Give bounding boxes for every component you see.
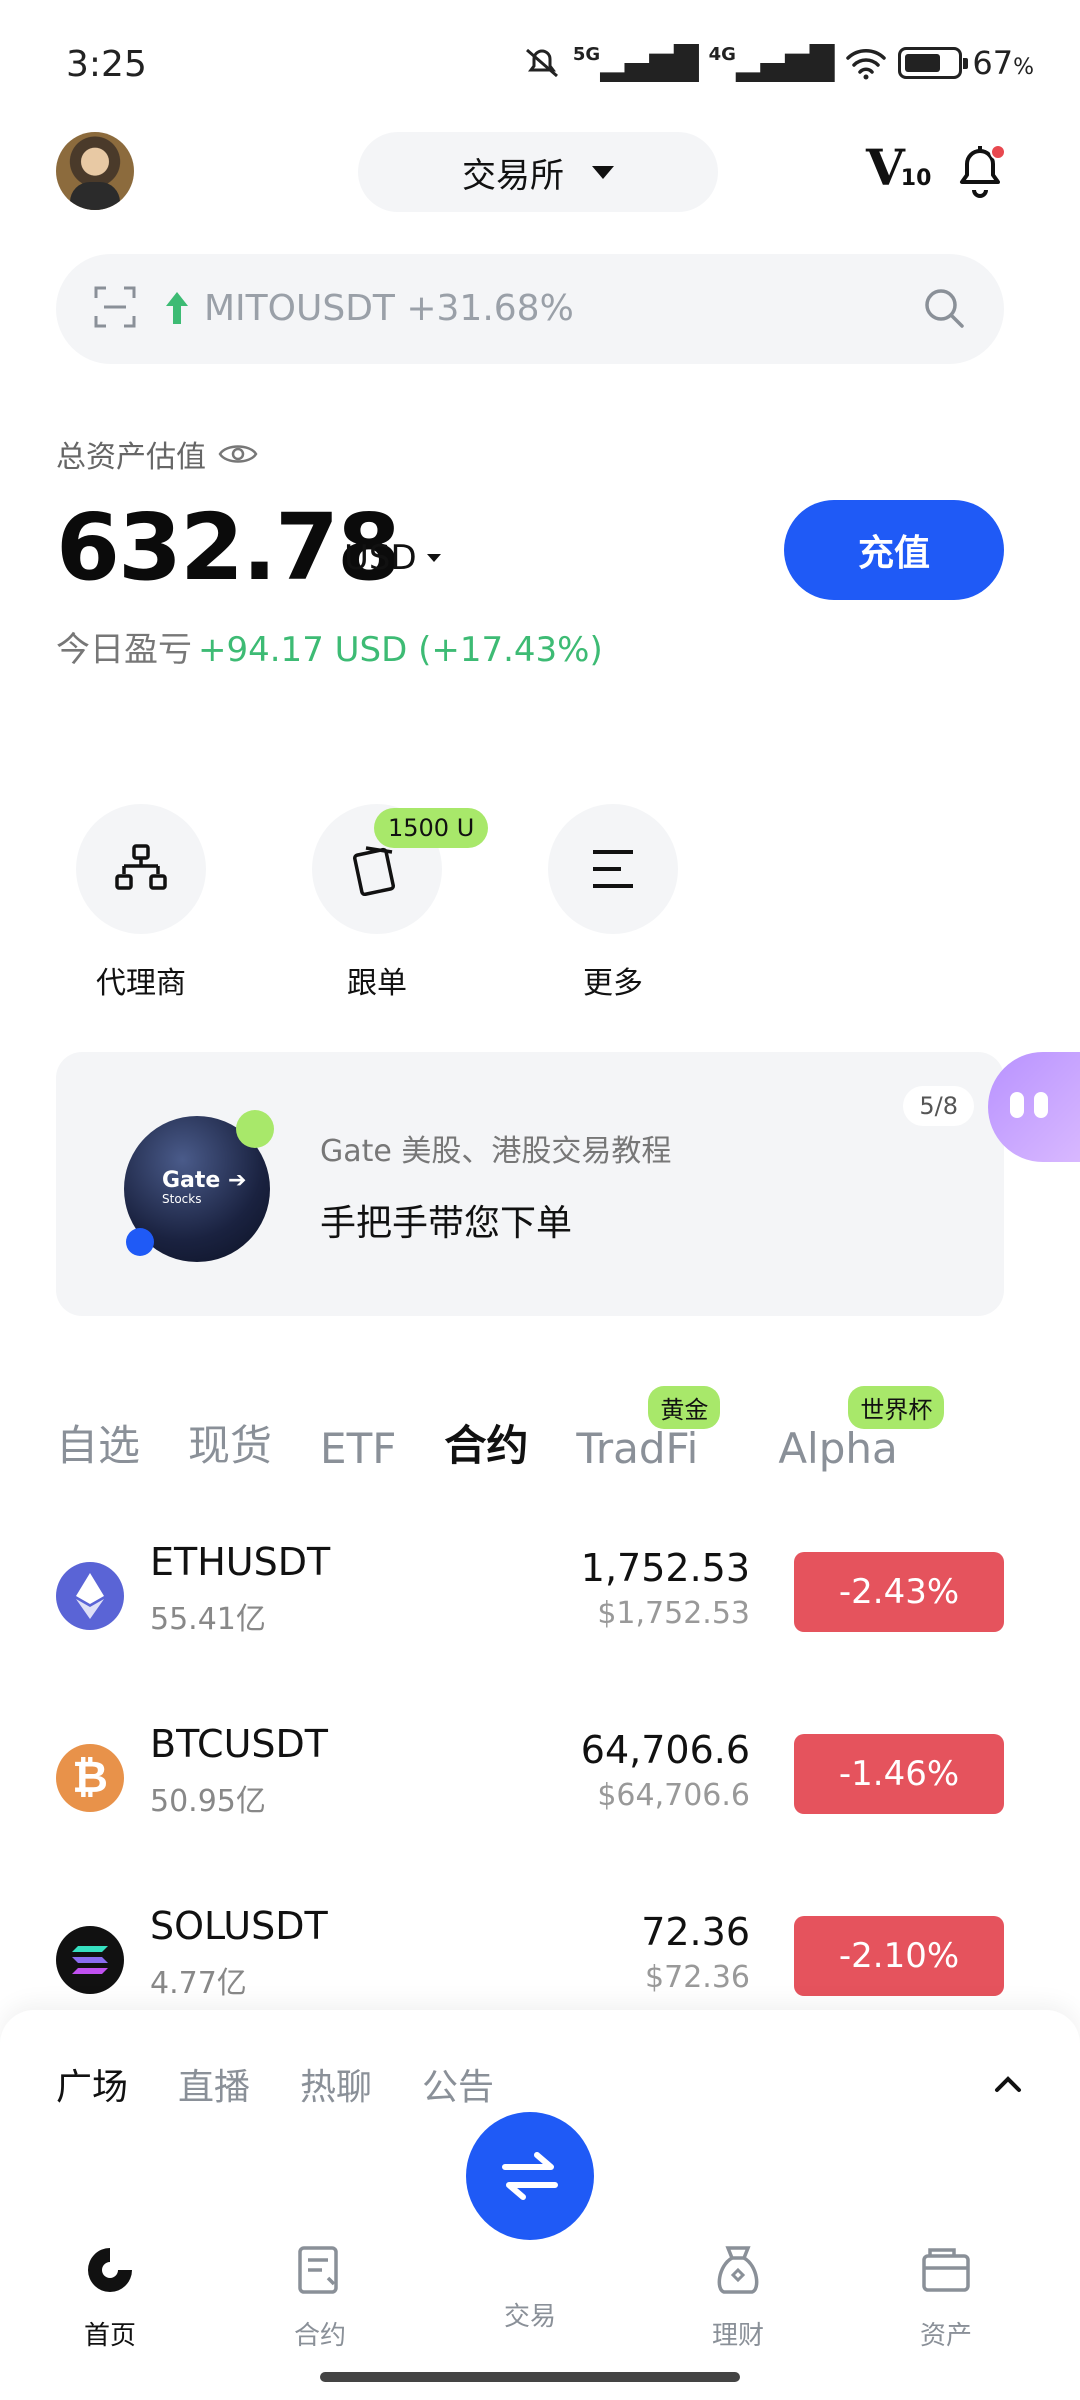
- caret-down-icon: [426, 554, 441, 562]
- signal-5g-icon: 5G▂▄▆█: [572, 44, 699, 82]
- nav-assets[interactable]: 资产: [876, 2242, 1016, 2352]
- banner-page-indicator: 5/8: [903, 1086, 974, 1126]
- swap-icon: [502, 2152, 558, 2200]
- pair-fiat-price: $72.36: [645, 1960, 750, 1995]
- battery-level: 67%: [972, 44, 1034, 82]
- copy-trade-badge: 1500 U: [374, 808, 489, 848]
- quick-action-agent[interactable]: 代理商: [76, 804, 206, 1002]
- feed-tab-live[interactable]: 直播: [178, 2058, 250, 2110]
- menu-icon: [593, 850, 633, 888]
- pair-volume: 55.41亿: [150, 1602, 266, 1637]
- eth-icon: [56, 1562, 124, 1630]
- chevron-down-icon: [592, 165, 614, 179]
- tab-tradfi-badge: 黄金: [648, 1386, 721, 1429]
- home-indicator: [320, 2372, 740, 2382]
- earn-icon: [717, 2246, 759, 2294]
- pair-price: 64,706.6: [580, 1728, 750, 1772]
- feed-tab-announcements[interactable]: 公告: [422, 2058, 494, 2110]
- tab-etf[interactable]: ETF: [320, 1424, 396, 1473]
- feed-tab-hot[interactable]: 热聊: [300, 2058, 372, 2110]
- vip-badge[interactable]: V10: [866, 138, 931, 197]
- exchange-selector[interactable]: 交易所: [358, 132, 718, 212]
- daily-pnl: 今日盈亏 +94.17 USD (+17.43%): [56, 630, 603, 670]
- futures-icon: [298, 2246, 338, 2294]
- mute-icon: [525, 48, 558, 78]
- home-icon: [88, 2248, 132, 2292]
- deposit-button[interactable]: 充值: [784, 500, 1004, 600]
- nav-home[interactable]: 首页: [40, 2242, 180, 2352]
- feed-tabs: 广场 直播 热聊 公告: [56, 2058, 494, 2110]
- pair-change[interactable]: -2.10%: [794, 1916, 1004, 1996]
- tab-futures[interactable]: 合约: [444, 1412, 528, 1473]
- status-icons: 5G▂▄▆█ 4G▂▄▆█ 67%: [523, 44, 1034, 82]
- promo-banner[interactable]: Gate ➔ Stocks Gate 美股、港股交易教程 手把手带您下单 5/8: [56, 1052, 1004, 1316]
- trade-label: 交易: [503, 2302, 556, 2332]
- avatar[interactable]: [56, 132, 134, 210]
- pair-price: 1,752.53: [580, 1546, 750, 1590]
- eye-icon[interactable]: [218, 440, 258, 468]
- sol-icon: [56, 1926, 124, 1994]
- notification-dot: [990, 144, 1006, 160]
- pair-fiat-price: $1,752.53: [597, 1596, 750, 1631]
- wallet-icon: [922, 2248, 970, 2292]
- battery-icon: [898, 47, 969, 79]
- tab-watchlist[interactable]: 自选: [56, 1412, 140, 1473]
- signal-4g-icon: 4G▂▄▆█: [708, 44, 835, 82]
- feed-tab-square[interactable]: 广场: [56, 2058, 128, 2110]
- daily-pnl-value: +94.17 USD (+17.43%): [198, 630, 603, 670]
- market-row-eth[interactable]: ETHUSDT 55.41亿 1,752.53 $1,752.53 -2.43%: [56, 1540, 1004, 1660]
- agent-icon: [115, 844, 167, 890]
- nav-futures[interactable]: 合约: [250, 2242, 390, 2352]
- search-icon[interactable]: [920, 284, 968, 332]
- banner-title: 手把手带您下单: [320, 1203, 573, 1244]
- pair-change[interactable]: -2.43%: [794, 1552, 1004, 1632]
- market-row-sol[interactable]: SOLUSDT 4.77亿 72.36 $72.36 -2.10%: [56, 1904, 1004, 2024]
- market-row-btc[interactable]: ₿ BTCUSDT 50.95亿 64,706.6 $64,706.6 -1.4…: [56, 1722, 1004, 1842]
- currency-selector[interactable]: USD: [344, 538, 441, 578]
- copy-trade-icon: [352, 846, 396, 896]
- status-time: 3:25: [66, 44, 147, 85]
- pair-volume: 50.95亿: [150, 1784, 266, 1819]
- chevron-up-icon[interactable]: [992, 2068, 1024, 2100]
- exchange-label: 交易所: [462, 155, 564, 196]
- pair-name: SOLUSDT: [150, 1904, 328, 1948]
- trade-button[interactable]: [466, 2112, 594, 2240]
- pair-change[interactable]: -1.46%: [794, 1734, 1004, 1814]
- search-trending-text: MITOUSDT +31.68%: [204, 288, 574, 329]
- pair-fiat-price: $64,706.6: [597, 1778, 750, 1813]
- trending-up-icon: [166, 292, 188, 324]
- tab-alpha-badge: 世界杯: [848, 1386, 945, 1429]
- total-assets-label: 总资产估值: [56, 432, 258, 476]
- tab-alpha[interactable]: 世界杯 Alpha: [778, 1386, 945, 1473]
- quick-action-more[interactable]: 更多: [548, 804, 678, 1002]
- tab-tradfi[interactable]: 黄金 TradFi: [576, 1386, 721, 1473]
- btc-icon: ₿: [56, 1744, 124, 1812]
- pair-price: 72.36: [641, 1910, 750, 1954]
- wifi-icon: [846, 49, 887, 80]
- pair-volume: 4.77亿: [150, 1966, 247, 2001]
- scan-icon[interactable]: [94, 286, 136, 328]
- tab-spot[interactable]: 现货: [188, 1412, 272, 1473]
- banner-subtitle: Gate 美股、港股交易教程: [320, 1134, 672, 1169]
- market-tabs: 自选 现货 ETF 合约 黄金 TradFi 世界杯 Alpha: [56, 1386, 946, 1473]
- nav-earn[interactable]: 理财: [668, 2242, 808, 2352]
- search-bar[interactable]: MITOUSDT +31.68%: [56, 254, 1004, 364]
- pair-name: BTCUSDT: [150, 1722, 328, 1766]
- pair-name: ETHUSDT: [150, 1540, 331, 1584]
